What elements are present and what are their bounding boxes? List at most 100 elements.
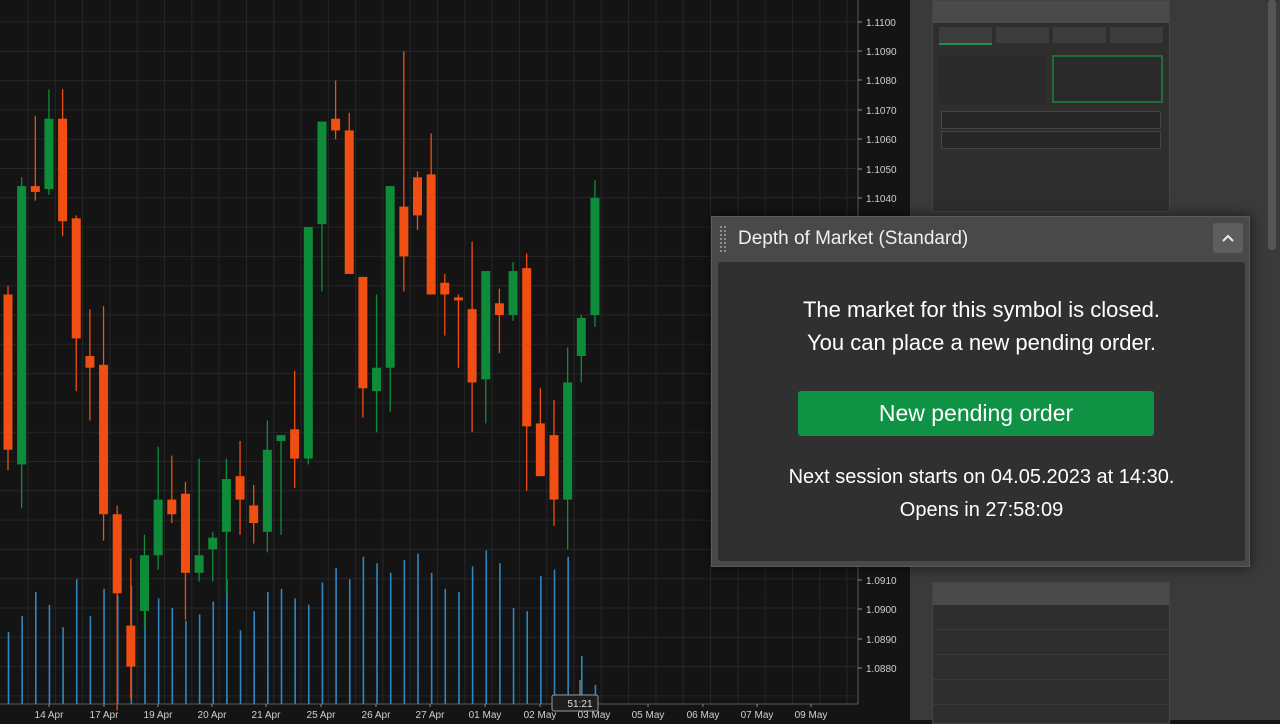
- sell-button[interactable]: [939, 55, 1046, 103]
- candle-body: [208, 537, 218, 550]
- candle-body: [44, 118, 54, 190]
- candle-body: [508, 271, 518, 315]
- candle-body: [549, 435, 559, 500]
- candle-body: [481, 271, 491, 380]
- candle-body: [140, 555, 149, 611]
- collapse-button[interactable]: [1213, 223, 1243, 253]
- candle-body: [249, 505, 259, 524]
- candle-body: [426, 174, 436, 295]
- symbol-info: [932, 582, 1170, 724]
- order-type-tabs: [933, 23, 1169, 49]
- candle-body: [126, 625, 136, 667]
- symbol-info-header: [933, 583, 1169, 605]
- candle-body: [262, 449, 272, 532]
- x-tick-label: 01 May: [469, 710, 502, 720]
- candle-body: [85, 356, 95, 368]
- x-tick-label: 05 May: [632, 710, 665, 720]
- candle-body: [590, 197, 600, 315]
- x-tick-label: 09 May: [795, 710, 828, 720]
- price-tick-label: 1.1070: [866, 106, 897, 117]
- symbol-info-row: [933, 605, 1169, 630]
- drag-handle-icon[interactable]: [719, 225, 727, 253]
- x-tick-label: 25 Apr: [307, 710, 337, 720]
- price-tick-label: 1.1080: [866, 76, 897, 87]
- price-tick-label: 1.0880: [866, 664, 897, 675]
- candle-body: [358, 276, 368, 389]
- candle-body: [453, 297, 463, 301]
- candle-body: [317, 121, 327, 225]
- dom-title: Depth of Market (Standard): [738, 228, 969, 249]
- candle-body: [522, 268, 532, 427]
- candle-body: [17, 186, 27, 465]
- dom-header: Depth of Market (Standard): [712, 217, 1249, 260]
- x-tick-label: 14 Apr: [35, 710, 65, 720]
- candle-body: [235, 476, 245, 500]
- candle-body: [99, 364, 109, 515]
- candle-body: [399, 206, 409, 257]
- candle-body: [71, 218, 81, 339]
- candle-body: [30, 186, 40, 192]
- candle-body: [276, 435, 286, 441]
- pending-order-hint: You can place a new pending order.: [806, 330, 1156, 355]
- symbol-info-row: [933, 680, 1169, 705]
- cursor-time-label: 51:21: [567, 699, 592, 710]
- tab-limit[interactable]: [996, 27, 1049, 43]
- chevron-up-icon: [1222, 234, 1234, 242]
- opens-in-countdown: Opens in 27:58:09: [899, 499, 1064, 521]
- panel-scrollbar[interactable]: [1268, 0, 1276, 250]
- x-tick-label: 26 Apr: [362, 710, 392, 720]
- symbol-info-row: [933, 630, 1169, 655]
- candle-body: [290, 429, 300, 459]
- candle-body: [535, 423, 545, 477]
- x-tick-label: 17 Apr: [90, 710, 120, 720]
- x-tick-label: 19 Apr: [144, 710, 174, 720]
- candle-body: [180, 493, 190, 573]
- candle-body: [167, 499, 177, 515]
- candle-body: [440, 282, 450, 295]
- candle-body: [221, 479, 231, 532]
- candle-body: [494, 303, 504, 315]
- price-tick-label: 1.1100: [866, 18, 896, 29]
- sell-buy-buttons: [933, 49, 1169, 109]
- x-tick-label: 20 Apr: [198, 710, 228, 720]
- candle-body: [58, 118, 68, 222]
- next-session-text: Next session starts on 04.05.2023 at 14:…: [788, 466, 1175, 488]
- candle-body: [576, 317, 586, 357]
- price-tick-label: 1.0900: [866, 605, 897, 616]
- new-pending-order-button[interactable]: New pending order: [798, 391, 1154, 436]
- depth-of-market-panel: Depth of Market (Standard) The market fo…: [711, 216, 1250, 567]
- tab-stop-limit[interactable]: [1110, 27, 1163, 43]
- candle-body: [467, 309, 477, 383]
- x-tick-label: 27 Apr: [416, 710, 446, 720]
- candle-body: [413, 177, 422, 216]
- candle-body: [372, 367, 382, 392]
- market-closed-message: The market for this symbol is closed.: [802, 297, 1160, 322]
- tab-stop[interactable]: [1053, 27, 1106, 43]
- candle-body: [331, 118, 341, 131]
- price-tick-label: 1.0910: [866, 576, 897, 587]
- order-ticket-header: [933, 1, 1169, 23]
- x-tick-label: 21 Apr: [252, 710, 282, 720]
- candle-body: [3, 294, 13, 450]
- candle-body: [153, 499, 163, 556]
- buy-button[interactable]: [1052, 55, 1163, 103]
- x-tick-label: 06 May: [687, 710, 720, 720]
- stop-loss-field[interactable]: [941, 131, 1161, 149]
- order-ticket: [932, 0, 1170, 212]
- candle-body: [194, 555, 204, 573]
- price-tick-label: 1.1040: [866, 194, 897, 205]
- dom-body: The market for this symbol is closed. Yo…: [718, 262, 1245, 561]
- x-tick-label: 07 May: [741, 710, 774, 720]
- price-tick-label: 1.1060: [866, 135, 897, 146]
- candle-body: [563, 382, 573, 500]
- candle-body: [112, 514, 122, 594]
- quantity-field[interactable]: [941, 111, 1161, 129]
- price-tick-label: 1.1090: [866, 47, 897, 58]
- tab-market[interactable]: [939, 27, 992, 45]
- price-tick-label: 1.1050: [866, 165, 897, 176]
- symbol-info-row: [933, 655, 1169, 680]
- candle-body: [385, 186, 395, 368]
- price-tick-label: 1.0890: [866, 635, 897, 646]
- candle-body: [303, 227, 313, 459]
- x-tick-label: 02 May: [524, 710, 557, 720]
